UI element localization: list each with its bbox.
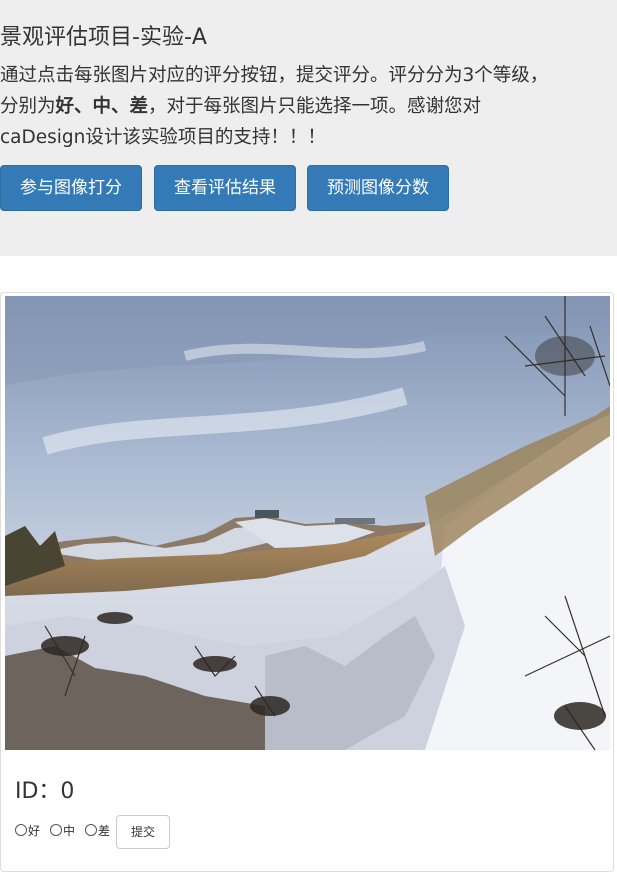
image-id-label: ID：0 [15,779,75,804]
header-panel: 景观评估项目-实验-A 通过点击每张图片对应的评分按钮，提交评分。评分分为3个等… [0,0,617,256]
rating-option-good[interactable]: 好 [15,823,40,839]
rating-option-poor-label: 差 [98,824,111,838]
rating-option-medium[interactable]: 中 [50,823,75,839]
intro-line-2-prefix: 分别为 [0,96,56,117]
radio-good[interactable] [15,824,27,836]
rate-images-button[interactable]: 参与图像打分 [0,165,142,211]
intro-text: 通过点击每张图片对应的评分按钮，提交评分。评分分为3个等级， 分别为好、中、差，对… [0,60,617,153]
intro-line-2-suffix: ，对于每张图片只能选择一项。感谢您对 [148,96,482,117]
radio-poor[interactable] [85,824,97,836]
intro-line-1: 通过点击每张图片对应的评分按钮，提交评分。评分分为3个等级， [0,65,549,86]
intro-rating-levels: 好、中、差 [55,96,149,117]
rating-option-poor[interactable]: 差 [85,823,110,839]
predict-score-button[interactable]: 预测图像分数 [307,165,449,211]
submit-button[interactable]: 提交 [116,815,170,849]
radio-medium[interactable] [50,824,62,836]
rating-option-good-label: 好 [28,824,41,838]
page-title: 景观评估项目-实验-A [0,25,207,50]
rating-option-medium-label: 中 [63,824,76,838]
landscape-photo [5,296,610,750]
image-card: ID：0 好 中 差 提交 [0,292,614,872]
view-results-button[interactable]: 查看评估结果 [154,165,296,211]
intro-line-3: caDesign设计该实验项目的支持！！！ [0,127,326,148]
